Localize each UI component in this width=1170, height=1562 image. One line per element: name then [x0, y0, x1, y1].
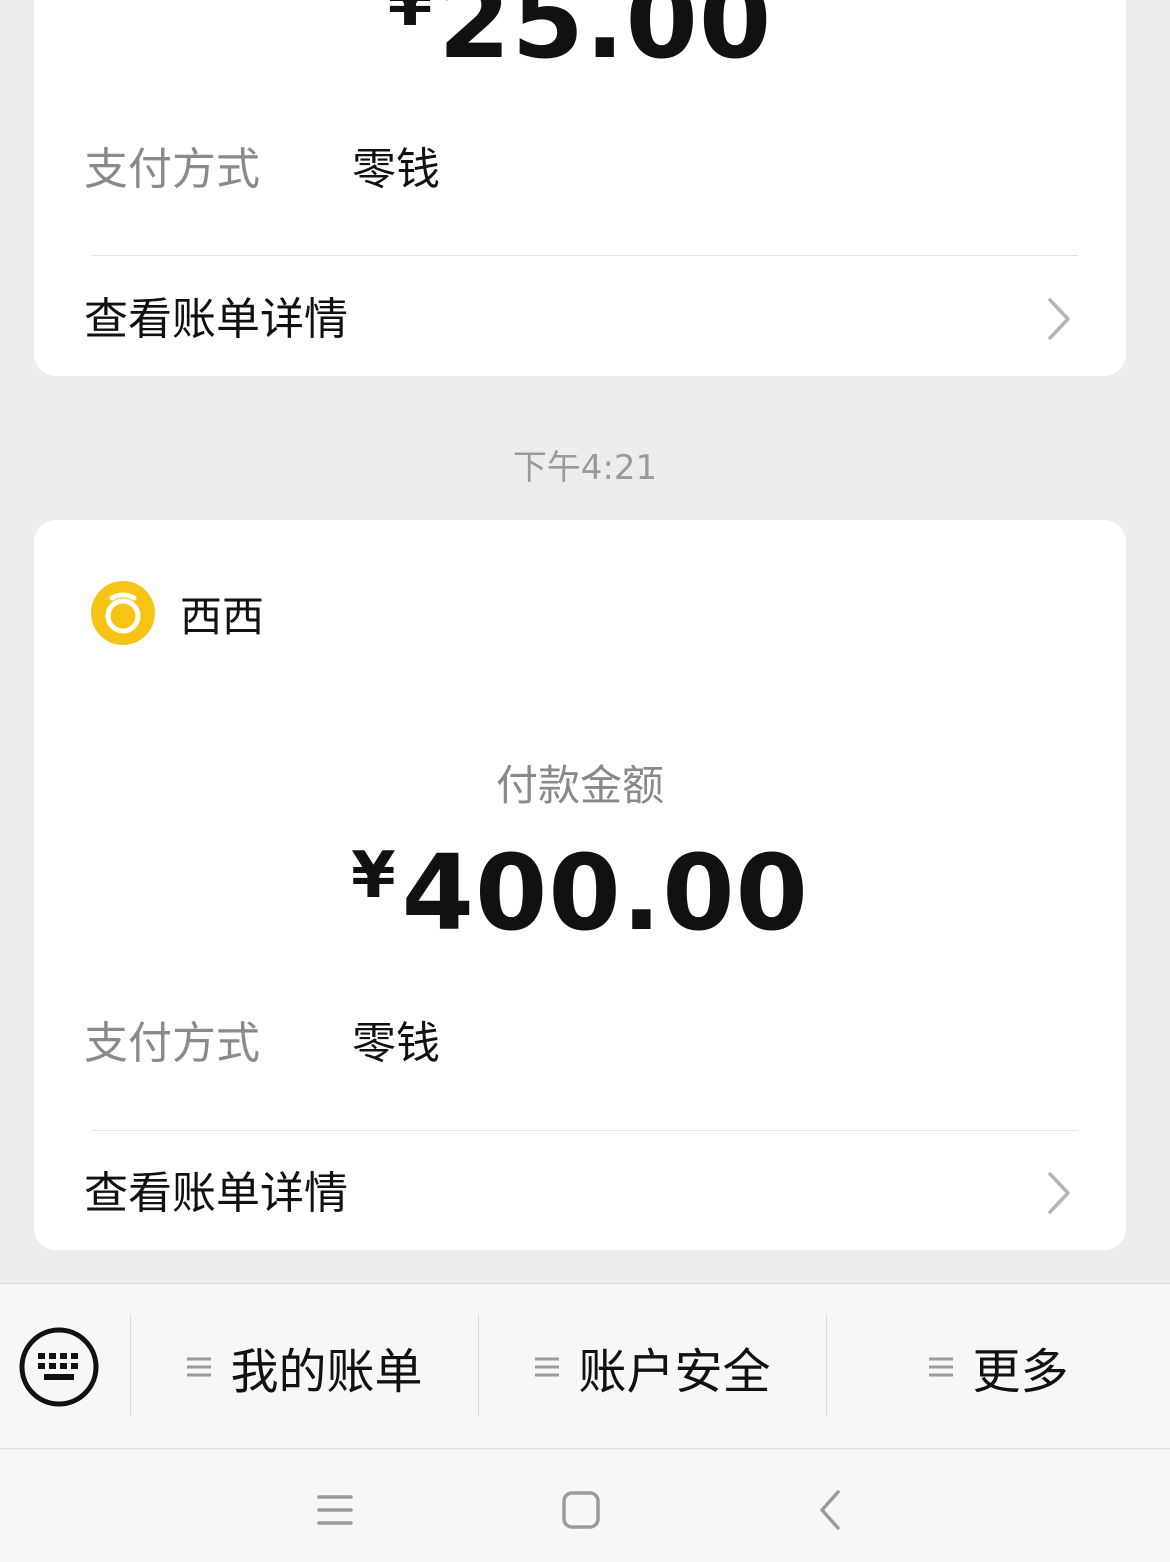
- payment-method-label: 支付方式: [84, 1018, 260, 1069]
- payment-method-row: 支付方式 零钱: [84, 148, 1076, 192]
- payment-method-value: 零钱: [352, 1018, 440, 1069]
- chevron-right-icon: [1048, 1172, 1070, 1214]
- payment-method-value: 零钱: [352, 144, 440, 195]
- payment-card[interactable]: 西西 付款金额 ¥400.00 支付方式 零钱 查看账单详情: [34, 520, 1126, 1250]
- menu-item-account-security[interactable]: 账户安全: [479, 1284, 826, 1450]
- menu-lines-icon: [535, 1357, 560, 1377]
- chevron-right-icon: [1048, 298, 1070, 340]
- menu-item-my-bills[interactable]: 我的账单: [131, 1284, 478, 1450]
- menu-item-label: 账户安全: [578, 1344, 771, 1400]
- view-bill-details-label: 查看账单详情: [84, 1168, 348, 1219]
- view-bill-details-label: 查看账单详情: [84, 294, 348, 345]
- keyboard-icon[interactable]: [18, 1326, 100, 1408]
- menu-item-more[interactable]: 更多: [827, 1284, 1170, 1450]
- merchant-logo-icon: [91, 581, 155, 645]
- system-nav-bar: [0, 1450, 1170, 1562]
- home-square-icon[interactable]: [551, 1480, 611, 1540]
- menu-item-label: 我的账单: [230, 1344, 423, 1400]
- payment-amount: ¥400.00: [34, 832, 1126, 954]
- card-divider: [92, 255, 1078, 256]
- payment-card-previous[interactable]: ¥25.00 支付方式 零钱 查看账单详情: [34, 0, 1126, 376]
- message-timestamp: 下午4:21: [512, 448, 658, 488]
- currency-symbol: ¥: [351, 839, 396, 913]
- chat-viewport: ¥25.00 支付方式 零钱 查看账单详情 下午4:21 西西 付款金额 ¥40…: [0, 0, 1170, 1562]
- menu-lines-icon: [929, 1357, 954, 1377]
- merchant-name: 西西: [180, 591, 265, 641]
- amount-value: 25.00: [438, 0, 773, 82]
- view-bill-details-link[interactable]: 查看账单详情: [84, 1172, 1082, 1216]
- payment-method-label: 支付方式: [84, 144, 260, 195]
- amount-value: 400.00: [401, 832, 809, 954]
- card-divider: [92, 1130, 1078, 1131]
- service-menu-bar: 我的账单 账户安全 更多: [0, 1283, 1170, 1449]
- view-bill-details-link[interactable]: 查看账单详情: [84, 298, 1082, 342]
- menu-lines-icon: [187, 1357, 212, 1377]
- payment-amount-label: 付款金额: [495, 761, 664, 810]
- payment-amount: ¥25.00: [34, 0, 1126, 82]
- menu-item-label: 更多: [972, 1344, 1069, 1400]
- merchant-header: 西西: [90, 580, 264, 646]
- back-chevron-icon[interactable]: [800, 1480, 860, 1540]
- currency-symbol: ¥: [387, 0, 433, 41]
- menu-lines-icon[interactable]: [305, 1480, 365, 1540]
- payment-method-row: 支付方式 零钱: [84, 1022, 1076, 1066]
